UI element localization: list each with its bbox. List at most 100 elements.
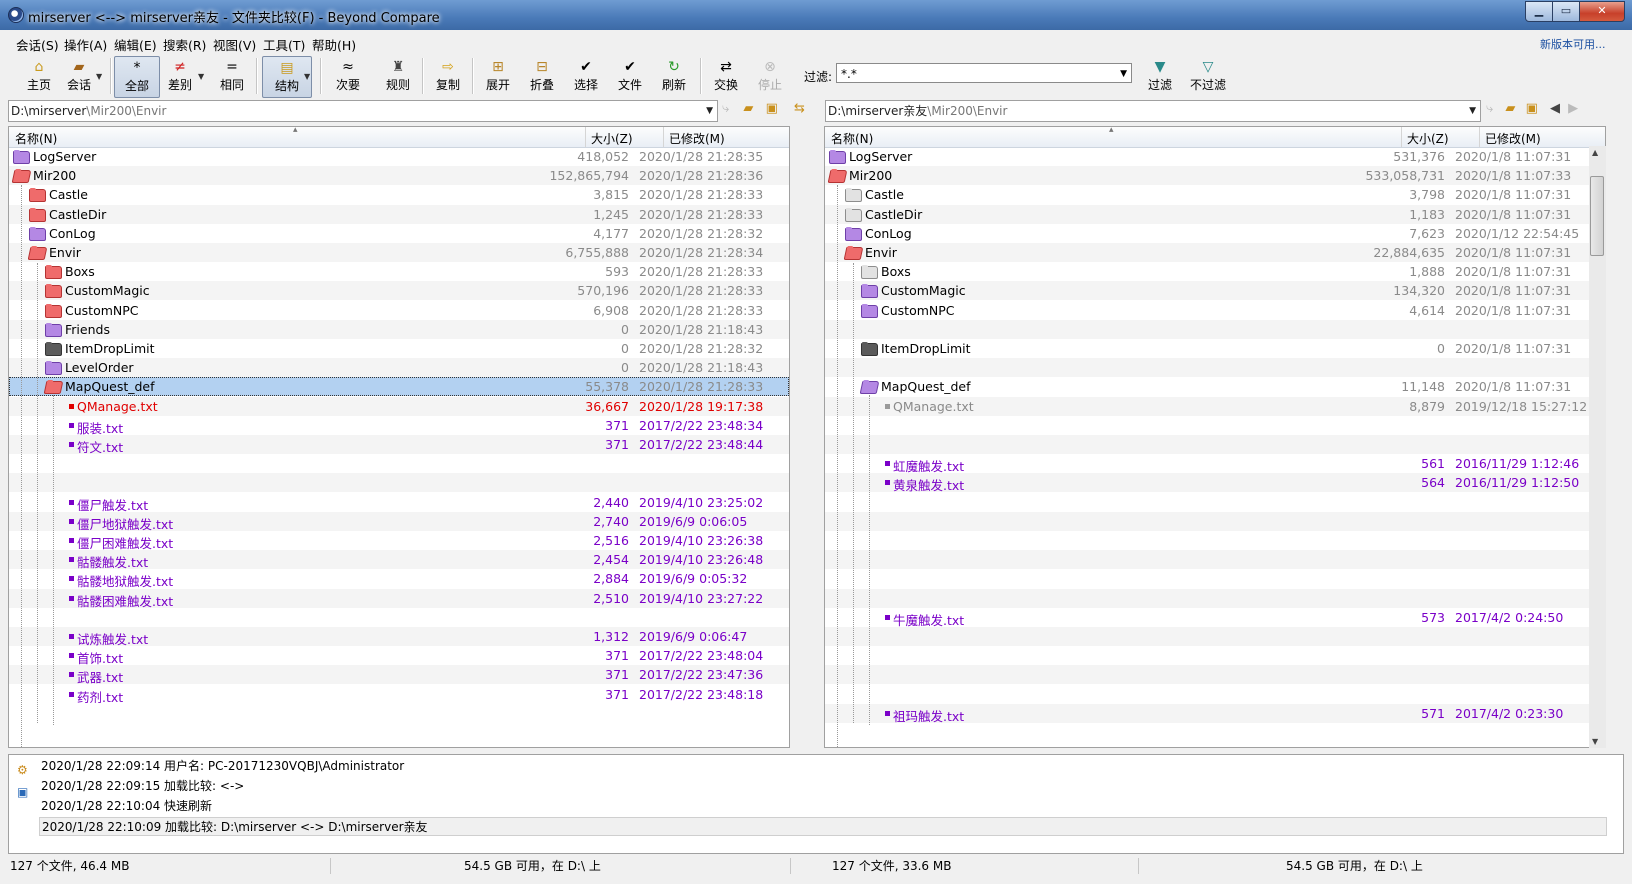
folder-row[interactable]: CustomMagic 134,320 2020/1/8 11:07:31 bbox=[825, 281, 1605, 301]
rules-button[interactable]: ♜ 规则 bbox=[378, 56, 418, 96]
session-dropdown-icon[interactable]: ▼ bbox=[96, 72, 102, 81]
right-path-dropdown-icon[interactable]: ▼ bbox=[1469, 101, 1476, 121]
folder-row[interactable]: ItemDropLimit 0 2020/1/8 11:07:31 bbox=[825, 339, 1605, 358]
file-row[interactable]: QManage.txt 8,879 2019/12/18 15:27:12 bbox=[825, 396, 1605, 416]
scroll-down-icon[interactable]: ▼ bbox=[1592, 737, 1598, 746]
left-file-pane[interactable]: 名称(N) ▴ 大小(Z) 已修改(M) LogServer 418,052 202… bbox=[8, 126, 790, 748]
menu-search[interactable]: 搜索(R) bbox=[163, 35, 206, 54]
folder-row[interactable]: Mir200 152,865,794 2020/1/28 21:28:36 bbox=[9, 166, 789, 186]
file-row[interactable]: 服装.txt 371 2017/2/22 23:48:34 bbox=[9, 416, 789, 436]
menu-tools[interactable]: 工具(T) bbox=[263, 35, 305, 54]
folder-row[interactable]: ConLog 7,623 2020/1/12 22:54:45 bbox=[825, 224, 1605, 243]
close-button[interactable]: ✕ bbox=[1579, 1, 1625, 22]
folder-row[interactable]: LevelOrder 0 2020/1/28 21:18:43 bbox=[9, 358, 789, 378]
left-size-column[interactable]: 大小(Z) bbox=[591, 130, 633, 147]
parent-folder-icon[interactable]: ▣ bbox=[766, 101, 778, 116]
column-divider[interactable] bbox=[663, 127, 664, 147]
file-row[interactable]: 武器.txt 371 2017/2/22 23:47:36 bbox=[9, 665, 789, 685]
file-row[interactable]: 药剂.txt 371 2017/2/22 23:48:18 bbox=[9, 685, 789, 705]
menu-edit[interactable]: 编辑(E) bbox=[114, 35, 157, 54]
file-row[interactable]: 黄泉触发.txt 564 2016/11/29 1:12:50 bbox=[825, 473, 1605, 493]
select-button[interactable]: ✔ 选择 bbox=[566, 56, 606, 96]
file-row[interactable]: 骷髅触发.txt 2,454 2019/4/10 23:26:48 bbox=[9, 550, 789, 570]
open-folder-icon[interactable]: ▰ bbox=[743, 101, 753, 116]
file-row[interactable]: 祖玛触发.txt 571 2017/4/2 0:23:30 bbox=[825, 703, 1605, 724]
file-row[interactable]: 符文.txt 371 2017/2/22 23:48:44 bbox=[9, 435, 789, 455]
right-size-column[interactable]: 大小(Z) bbox=[1407, 130, 1449, 147]
folder-row[interactable]: ConLog 4,177 2020/1/28 21:28:32 bbox=[9, 224, 789, 243]
new-version-link[interactable]: 新版本可用... bbox=[1540, 36, 1606, 52]
save-icon[interactable]: ▣ bbox=[17, 785, 28, 799]
folder-row[interactable]: LogServer 531,376 2020/1/8 11:07:31 bbox=[825, 147, 1605, 166]
folder-row[interactable]: CustomMagic 570,196 2020/1/28 21:28:33 bbox=[9, 281, 789, 301]
structure-dropdown-icon[interactable]: ▼ bbox=[304, 72, 310, 81]
file-row[interactable]: 虹魔触发.txt 561 2016/11/29 1:12:46 bbox=[825, 454, 1605, 474]
browse-icon[interactable]: ⤷ bbox=[722, 101, 729, 116]
stop-button[interactable]: ⊗ 停止 bbox=[750, 56, 790, 96]
forward-icon[interactable]: ▶ bbox=[1568, 101, 1578, 116]
scroll-up-icon[interactable]: ▲ bbox=[1592, 148, 1598, 157]
diff-dropdown-icon[interactable]: ▼ bbox=[198, 72, 204, 81]
refresh-button[interactable]: ↻ 刷新 bbox=[654, 56, 694, 96]
log-pane[interactable]: ⚙ ▣ 2020/1/28 22:09:14 用户名: PC-20171230V… bbox=[8, 754, 1624, 854]
right-path-input[interactable]: D:\mirserver亲友\Mir200\Envir ▼ bbox=[825, 100, 1481, 122]
back-icon[interactable]: ◀ bbox=[1550, 101, 1560, 116]
minor-button[interactable]: ≈ 次要 bbox=[328, 56, 368, 96]
file-row[interactable]: 牛魔触发.txt 573 2017/4/2 0:24:50 bbox=[825, 608, 1605, 628]
folder-row[interactable]: ItemDropLimit 0 2020/1/28 21:28:32 bbox=[9, 339, 789, 358]
browse-icon[interactable]: ⤷ bbox=[1486, 101, 1493, 116]
folder-row[interactable]: Friends 0 2020/1/28 21:18:43 bbox=[9, 319, 789, 339]
parent-folder-icon[interactable]: ▣ bbox=[1526, 101, 1538, 116]
expand-button[interactable]: ⊞ 展开 bbox=[478, 56, 518, 96]
swap-sides-icon[interactable]: ⇆ bbox=[794, 101, 805, 116]
maximize-button[interactable]: ▭ bbox=[1552, 1, 1580, 22]
swap-button[interactable]: ⇄ 交换 bbox=[706, 56, 746, 96]
folder-row[interactable]: Envir 6,755,888 2020/1/28 21:28:34 bbox=[9, 243, 789, 262]
file-row[interactable]: QManage.txt 36,667 2020/1/28 19:17:38 bbox=[9, 396, 789, 416]
menu-actions[interactable]: 操作(A) bbox=[64, 35, 107, 54]
right-file-pane[interactable]: 名称(N) ▴ 大小(Z) 已修改(M) LogServer 531,376 202… bbox=[824, 126, 1606, 748]
filter-input[interactable]: *.* ▼ bbox=[836, 63, 1132, 83]
filter-button[interactable]: ▼ 过滤 bbox=[1140, 56, 1180, 96]
show-all-button[interactable]: * 全部 bbox=[114, 56, 160, 98]
folder-row[interactable]: CastleDir 1,183 2020/1/8 11:07:31 bbox=[825, 204, 1605, 224]
left-path-input[interactable]: D:\mirserver\Mir200\Envir ▼ bbox=[8, 100, 718, 122]
filter-dropdown-icon[interactable]: ▼ bbox=[1120, 64, 1127, 84]
file-row[interactable]: 骷髅困难触发.txt 2,510 2019/4/10 23:27:22 bbox=[9, 588, 789, 609]
scroll-thumb[interactable] bbox=[1590, 176, 1604, 256]
folder-row[interactable]: CastleDir 1,245 2020/1/28 21:28:33 bbox=[9, 204, 789, 224]
copy-button[interactable]: ⇨ 复制 bbox=[428, 56, 468, 96]
file-row[interactable]: 首饰.txt 371 2017/2/22 23:48:04 bbox=[9, 646, 789, 666]
file-row[interactable]: 骷髅地狱触发.txt 2,884 2019/6/9 0:05:32 bbox=[9, 569, 789, 589]
folder-row[interactable]: Boxs 1,888 2020/1/8 11:07:31 bbox=[825, 262, 1605, 281]
right-name-column[interactable]: 名称(N) bbox=[831, 130, 873, 147]
menu-help[interactable]: 帮助(H) bbox=[312, 35, 356, 54]
open-folder-icon[interactable]: ▰ bbox=[1505, 101, 1515, 116]
collapse-button[interactable]: ⊟ 折叠 bbox=[522, 56, 562, 96]
folder-row[interactable]: CustomNPC 4,614 2020/1/8 11:07:31 bbox=[825, 301, 1605, 320]
home-button[interactable]: ⌂ 主页 bbox=[18, 56, 60, 96]
file-row[interactable]: 僵尸触发.txt 2,440 2019/4/10 23:25:02 bbox=[9, 493, 789, 513]
session-button[interactable]: ▰ 会话 bbox=[58, 56, 100, 96]
minimize-button[interactable]: ▁ bbox=[1525, 1, 1553, 22]
vertical-scrollbar[interactable]: ▲ ▼ bbox=[1589, 146, 1606, 748]
folder-row[interactable]: LogServer 418,052 2020/1/28 21:28:35 bbox=[9, 147, 789, 166]
column-divider[interactable] bbox=[585, 127, 586, 147]
folder-row[interactable]: CustomNPC 6,908 2020/1/28 21:28:33 bbox=[9, 301, 789, 320]
left-modified-column[interactable]: 已修改(M) bbox=[669, 130, 725, 147]
column-divider[interactable] bbox=[1401, 127, 1402, 147]
folder-row[interactable]: Envir 22,884,635 2020/1/8 11:07:31 bbox=[825, 243, 1605, 262]
left-name-column[interactable]: 名称(N) bbox=[15, 130, 57, 147]
right-modified-column[interactable]: 已修改(M) bbox=[1485, 130, 1541, 147]
folder-row[interactable]: Castle 3,815 2020/1/28 21:28:33 bbox=[9, 185, 789, 204]
folder-row[interactable]: Boxs 593 2020/1/28 21:28:33 bbox=[9, 262, 789, 281]
left-path-dropdown-icon[interactable]: ▼ bbox=[706, 101, 713, 121]
show-diff-button[interactable]: ≠ 差别 bbox=[160, 56, 200, 96]
folder-row[interactable]: Castle 3,798 2020/1/8 11:07:31 bbox=[825, 185, 1605, 204]
folder-row[interactable]: MapQuest_def 55,378 2020/1/28 21:28:33 bbox=[9, 377, 789, 397]
folder-row[interactable]: MapQuest_def 11,148 2020/1/8 11:07:31 bbox=[825, 377, 1605, 396]
file-row[interactable]: 试炼触发.txt 1,312 2019/6/9 0:06:47 bbox=[9, 627, 789, 647]
file-row[interactable]: 僵尸地狱触发.txt 2,740 2019/6/9 0:06:05 bbox=[9, 511, 789, 532]
gear-icon[interactable]: ⚙ bbox=[17, 763, 28, 777]
no-filter-button[interactable]: ▽ 不过滤 bbox=[1184, 56, 1232, 96]
